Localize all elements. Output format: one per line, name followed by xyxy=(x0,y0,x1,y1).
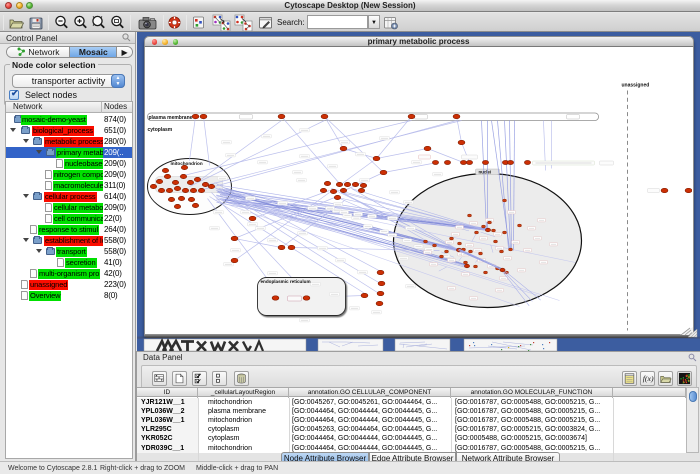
svg-text:f(x): f(x) xyxy=(643,374,654,383)
